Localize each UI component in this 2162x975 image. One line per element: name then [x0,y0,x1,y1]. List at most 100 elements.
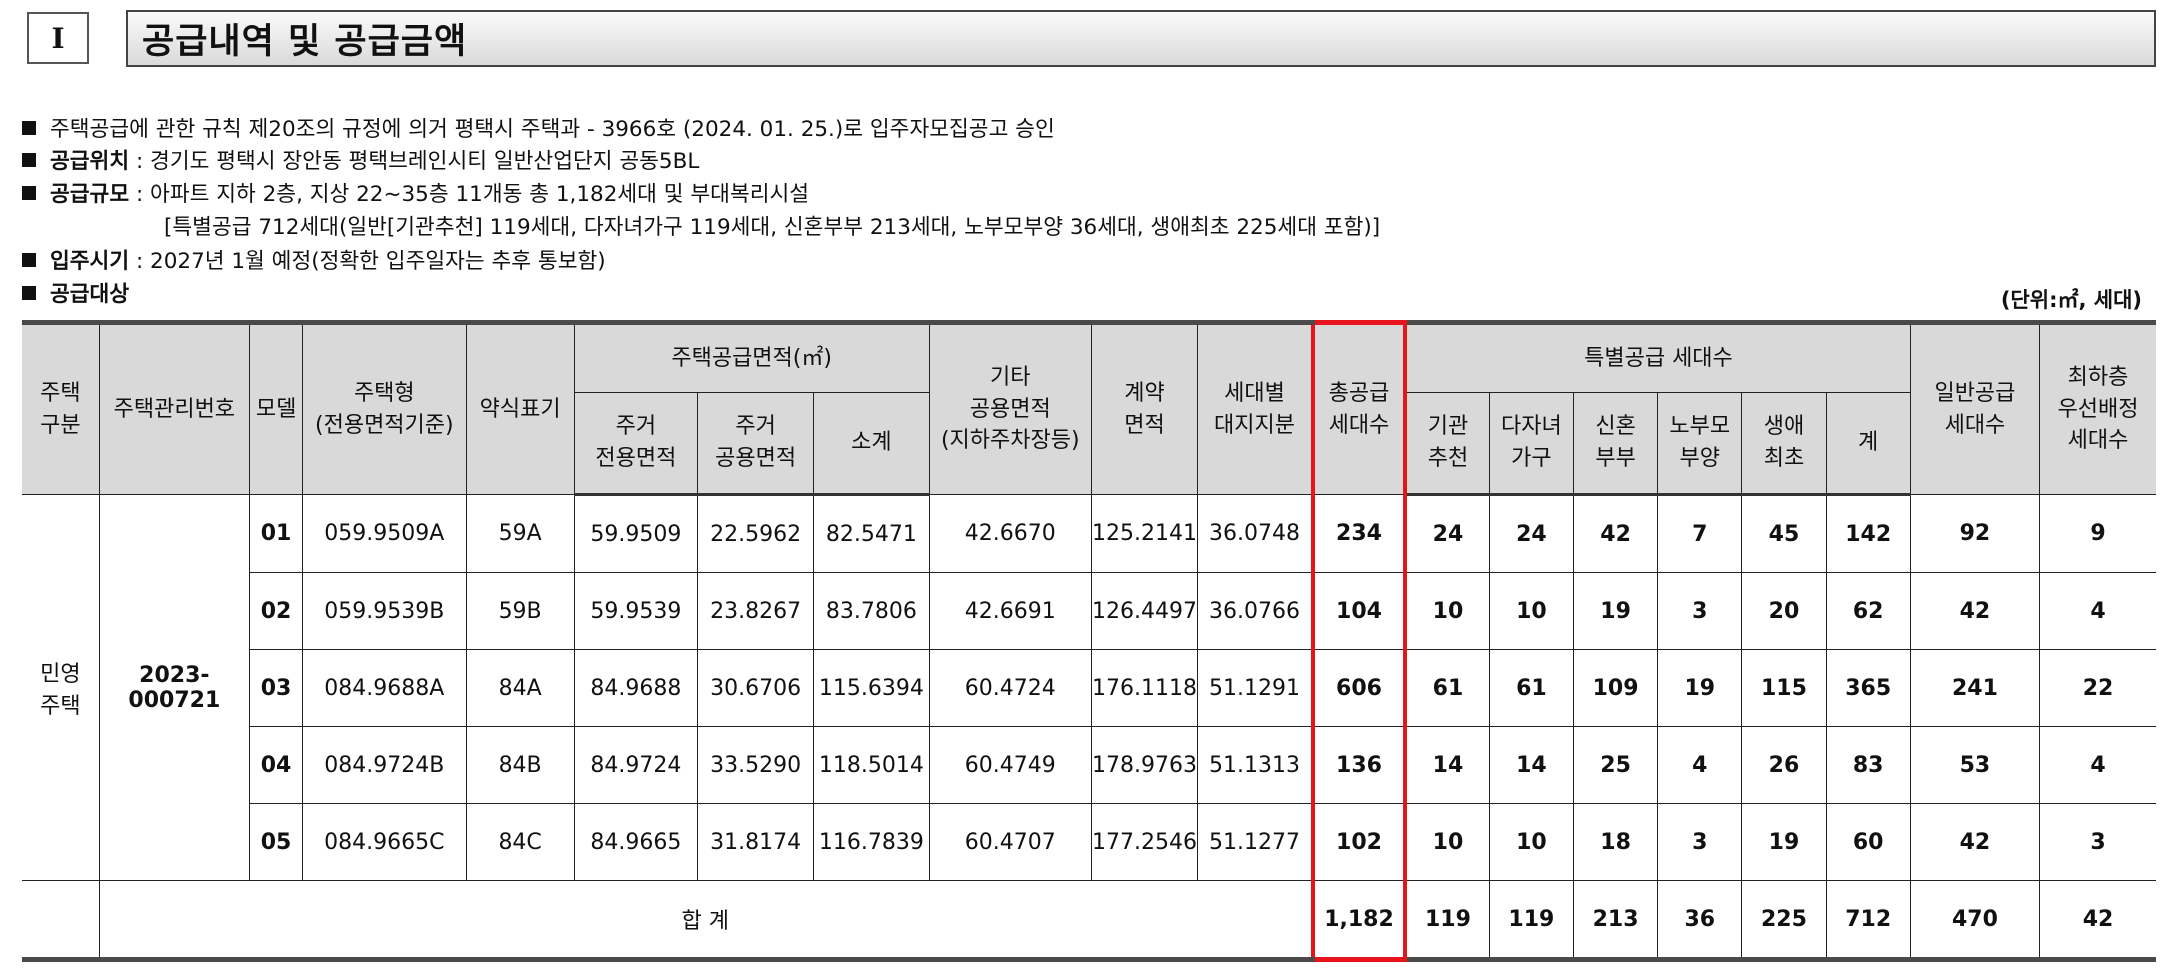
square-bullet-icon [22,153,36,167]
header-elderly-parent: 노부모 부양 [1657,392,1743,496]
land-share-cell: 51.1277 [1197,803,1314,881]
multi-child-cell: 10 [1488,572,1574,650]
movein-value: : 2027년 1월 예정(정확한 입주일자는 추후 통보함) [129,249,606,274]
header-housing-size: 주택형 (전용면적기준) [302,320,467,495]
table-row: 04 084.9724B 84B 84.9724 33.5290 118.501… [22,726,2156,804]
model-cell: 05 [249,803,304,881]
movein-label: 입주시기 [50,249,130,274]
abbreviation-cell: 59B [465,572,575,650]
subtotal-cell: 83.7806 [813,572,930,650]
total-label-cell: 합 계 [98,880,1314,962]
other-common-area-cell: 42.6691 [928,572,1092,650]
model-cell: 04 [249,726,304,804]
lowest-floor-total-cell: 42 [2039,880,2156,962]
abbreviation-cell: 84A [465,649,575,727]
contract-area-cell: 176.1118 [1090,649,1199,727]
elderly-parent-cell: 3 [1657,572,1743,650]
total-supply-cell: 102 [1310,803,1408,881]
exclusive-area-cell: 84.9724 [573,726,699,804]
approval-text: 주택공급에 관한 규칙 제20조의 규정에 의거 평택시 주택과 - 3966호… [50,117,1055,142]
multi-child-cell: 10 [1488,803,1574,881]
exclusive-area-cell: 59.9509 [573,494,699,573]
newlywed-cell: 42 [1572,494,1659,573]
grand-total-cell: 1,182 [1310,880,1408,962]
total-supply-cell: 606 [1310,649,1408,727]
lowest-floor-cell: 4 [2039,572,2156,650]
first-life-cell: 115 [1741,649,1827,727]
subtotal-cell: 116.7839 [813,803,930,881]
header-exclusive-area: 주거 전용면적 [574,392,699,496]
elderly-parent-cell: 3 [1657,803,1743,881]
approval-line: 주택공급에 관한 규칙 제20조의 규정에 의거 평택시 주택과 - 3966호… [22,119,1055,141]
elderly-parent-cell: 4 [1657,726,1743,804]
special-sum-cell: 83 [1825,726,1911,804]
section-number: I [27,12,89,64]
first-life-cell: 20 [1741,572,1827,650]
square-bullet-icon [22,286,36,300]
newlywed-cell: 19 [1572,572,1659,650]
header-newlywed: 신혼 부부 [1572,392,1659,496]
contract-area-cell: 177.2546 [1090,803,1199,881]
institution-cell: 24 [1404,494,1490,573]
unit-label: (단위:㎡, 세대) [2000,288,2142,312]
header-management-number: 주택관리번호 [98,320,251,495]
lowest-floor-cell: 4 [2039,726,2156,804]
location-line: 공급위치 : 경기도 평택시 장안동 평택브레인시티 일반산업단지 공동5BL [22,151,699,173]
first-life-cell: 45 [1741,494,1827,573]
general-supply-cell: 241 [1909,649,2041,727]
newlywed-cell: 25 [1572,726,1659,804]
scale-line: 공급규모 : 아파트 지하 2층, 지상 22~35층 11개동 총 1,182… [22,184,809,206]
other-common-area-cell: 60.4724 [928,649,1092,727]
multi-child-cell: 24 [1488,494,1574,573]
subtotal-cell: 82.5471 [813,494,930,573]
lowest-floor-cell: 9 [2039,494,2156,573]
housing-size-cell: 084.9688A [302,649,467,727]
header-supply-area-group: 주택공급면적(㎡) [573,320,930,393]
header-model: 모델 [249,320,304,495]
special-sum-total-cell: 712 [1825,880,1911,962]
scale-label: 공급규모 [50,182,130,207]
management-number-cell: 2023-000721 [98,494,251,881]
housing-size-cell: 084.9724B [302,726,467,804]
other-common-area-cell: 60.4707 [928,803,1092,881]
housing-size-cell: 059.9539B [302,572,467,650]
subtotal-cell: 118.5014 [813,726,930,804]
total-supply-cell: 104 [1310,572,1408,650]
land-share-cell: 36.0748 [1197,494,1314,573]
housing-category-cell: 민영 주택 [22,494,100,881]
supply-table: 주택 구분 주택관리번호 모델 주택형 (전용면적기준) 약식표기 주택공급면적… [22,320,2156,962]
scale-value: : 아파트 지하 2층, 지상 22~35층 11개동 총 1,182세대 및 … [129,182,810,207]
exclusive-area-cell: 59.9539 [573,572,699,650]
table-row: 05 084.9665C 84C 84.9665 31.8174 116.783… [22,803,2156,881]
first-life-cell: 19 [1741,803,1827,881]
table-row: 민영 주택 2023-000721 01 059.9509A 59A 59.95… [22,494,2156,881]
total-supply-cell: 234 [1310,494,1408,573]
model-cell: 03 [249,649,304,727]
header-total-supply: 총공급 세대수 [1310,320,1408,495]
lowest-floor-cell: 22 [2039,649,2156,727]
multi-child-total-cell: 119 [1488,880,1574,962]
header-multi-child: 다자녀 가구 [1488,392,1574,496]
special-sum-cell: 365 [1825,649,1911,727]
scale-detail: [특별공급 712세대(일반[기관추천] 119세대, 다자녀가구 119세대,… [164,215,1381,240]
header-special-sum: 계 [1825,392,1911,496]
table-row: 03 084.9688A 84A 84.9688 30.6706 115.639… [22,649,2156,727]
header-institution: 기관 추천 [1404,392,1490,496]
common-area-cell: 30.6706 [697,649,815,727]
special-sum-cell: 142 [1825,494,1911,573]
header-land-share: 세대별 대지지분 [1197,320,1314,495]
square-bullet-icon [22,253,36,267]
elderly-parent-cell: 19 [1657,649,1743,727]
common-area-cell: 31.8174 [697,803,815,881]
first-life-cell: 26 [1741,726,1827,804]
general-supply-total-cell: 470 [1909,880,2041,962]
header-lowest-floor: 최하층 우선배정 세대수 [2039,320,2156,495]
institution-cell: 10 [1404,803,1490,881]
location-value: : 경기도 평택시 장안동 평택브레인시티 일반산업단지 공동5BL [129,149,700,174]
common-area-cell: 33.5290 [697,726,815,804]
total-row: 합 계 1,182 119 119 213 36 225 712 470 42 [22,880,2156,962]
header-common-area: 주거 공용면적 [697,392,815,496]
newlywed-cell: 109 [1572,649,1659,727]
first-life-total-cell: 225 [1741,880,1827,962]
special-sum-cell: 62 [1825,572,1911,650]
